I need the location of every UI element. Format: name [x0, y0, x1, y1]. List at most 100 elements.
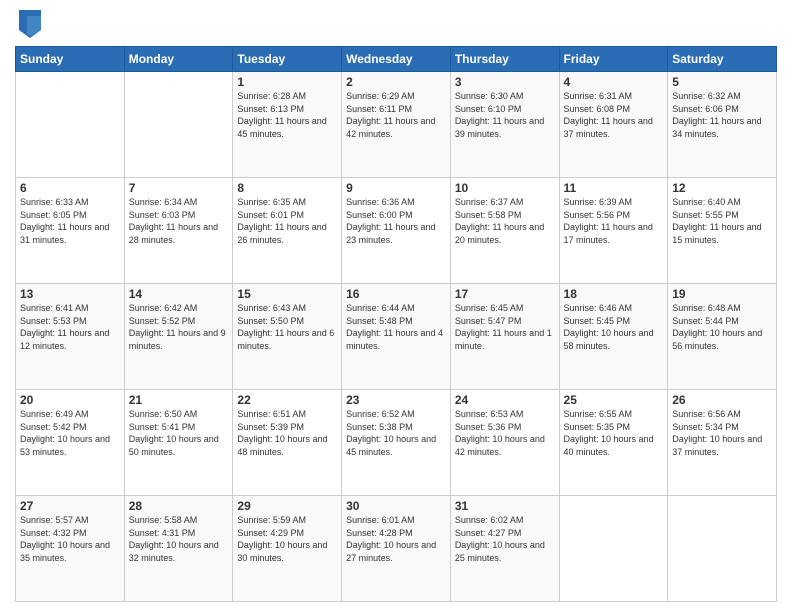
day-cell: 25Sunrise: 6:55 AM Sunset: 5:35 PM Dayli…	[559, 390, 668, 496]
day-info: Sunrise: 6:55 AM Sunset: 5:35 PM Dayligh…	[564, 408, 664, 458]
day-cell	[668, 496, 777, 602]
day-info: Sunrise: 6:42 AM Sunset: 5:52 PM Dayligh…	[129, 302, 229, 352]
logo-text	[15, 10, 41, 38]
week-row-0: 1Sunrise: 6:28 AM Sunset: 6:13 PM Daylig…	[16, 72, 777, 178]
day-info: Sunrise: 5:57 AM Sunset: 4:32 PM Dayligh…	[20, 514, 120, 564]
day-cell: 13Sunrise: 6:41 AM Sunset: 5:53 PM Dayli…	[16, 284, 125, 390]
day-number: 3	[455, 75, 555, 89]
day-info: Sunrise: 6:41 AM Sunset: 5:53 PM Dayligh…	[20, 302, 120, 352]
day-number: 26	[672, 393, 772, 407]
day-cell: 22Sunrise: 6:51 AM Sunset: 5:39 PM Dayli…	[233, 390, 342, 496]
day-number: 17	[455, 287, 555, 301]
day-cell: 4Sunrise: 6:31 AM Sunset: 6:08 PM Daylig…	[559, 72, 668, 178]
day-number: 31	[455, 499, 555, 513]
day-cell: 26Sunrise: 6:56 AM Sunset: 5:34 PM Dayli…	[668, 390, 777, 496]
day-cell: 17Sunrise: 6:45 AM Sunset: 5:47 PM Dayli…	[450, 284, 559, 390]
day-cell: 20Sunrise: 6:49 AM Sunset: 5:42 PM Dayli…	[16, 390, 125, 496]
day-cell: 1Sunrise: 6:28 AM Sunset: 6:13 PM Daylig…	[233, 72, 342, 178]
day-info: Sunrise: 6:50 AM Sunset: 5:41 PM Dayligh…	[129, 408, 229, 458]
day-number: 8	[237, 181, 337, 195]
day-info: Sunrise: 6:35 AM Sunset: 6:01 PM Dayligh…	[237, 196, 337, 246]
day-info: Sunrise: 6:46 AM Sunset: 5:45 PM Dayligh…	[564, 302, 664, 352]
day-number: 1	[237, 75, 337, 89]
column-header-wednesday: Wednesday	[342, 47, 451, 72]
day-cell: 9Sunrise: 6:36 AM Sunset: 6:00 PM Daylig…	[342, 178, 451, 284]
day-info: Sunrise: 6:30 AM Sunset: 6:10 PM Dayligh…	[455, 90, 555, 140]
day-number: 23	[346, 393, 446, 407]
day-info: Sunrise: 6:39 AM Sunset: 5:56 PM Dayligh…	[564, 196, 664, 246]
day-number: 12	[672, 181, 772, 195]
column-header-tuesday: Tuesday	[233, 47, 342, 72]
day-info: Sunrise: 5:59 AM Sunset: 4:29 PM Dayligh…	[237, 514, 337, 564]
day-cell: 16Sunrise: 6:44 AM Sunset: 5:48 PM Dayli…	[342, 284, 451, 390]
day-info: Sunrise: 6:49 AM Sunset: 5:42 PM Dayligh…	[20, 408, 120, 458]
day-cell	[559, 496, 668, 602]
day-cell: 11Sunrise: 6:39 AM Sunset: 5:56 PM Dayli…	[559, 178, 668, 284]
day-info: Sunrise: 6:48 AM Sunset: 5:44 PM Dayligh…	[672, 302, 772, 352]
day-number: 29	[237, 499, 337, 513]
day-number: 24	[455, 393, 555, 407]
day-info: Sunrise: 6:52 AM Sunset: 5:38 PM Dayligh…	[346, 408, 446, 458]
day-number: 11	[564, 181, 664, 195]
day-info: Sunrise: 6:34 AM Sunset: 6:03 PM Dayligh…	[129, 196, 229, 246]
column-header-saturday: Saturday	[668, 47, 777, 72]
day-info: Sunrise: 5:58 AM Sunset: 4:31 PM Dayligh…	[129, 514, 229, 564]
day-cell: 23Sunrise: 6:52 AM Sunset: 5:38 PM Dayli…	[342, 390, 451, 496]
day-cell: 18Sunrise: 6:46 AM Sunset: 5:45 PM Dayli…	[559, 284, 668, 390]
logo-icon	[19, 10, 41, 38]
day-number: 18	[564, 287, 664, 301]
day-number: 10	[455, 181, 555, 195]
day-info: Sunrise: 6:01 AM Sunset: 4:28 PM Dayligh…	[346, 514, 446, 564]
day-number: 14	[129, 287, 229, 301]
day-cell: 12Sunrise: 6:40 AM Sunset: 5:55 PM Dayli…	[668, 178, 777, 284]
day-info: Sunrise: 6:45 AM Sunset: 5:47 PM Dayligh…	[455, 302, 555, 352]
day-cell: 14Sunrise: 6:42 AM Sunset: 5:52 PM Dayli…	[124, 284, 233, 390]
week-row-1: 6Sunrise: 6:33 AM Sunset: 6:05 PM Daylig…	[16, 178, 777, 284]
day-info: Sunrise: 6:36 AM Sunset: 6:00 PM Dayligh…	[346, 196, 446, 246]
page: SundayMondayTuesdayWednesdayThursdayFrid…	[0, 0, 792, 612]
day-number: 20	[20, 393, 120, 407]
day-cell: 7Sunrise: 6:34 AM Sunset: 6:03 PM Daylig…	[124, 178, 233, 284]
day-info: Sunrise: 6:02 AM Sunset: 4:27 PM Dayligh…	[455, 514, 555, 564]
day-info: Sunrise: 6:29 AM Sunset: 6:11 PM Dayligh…	[346, 90, 446, 140]
day-info: Sunrise: 6:56 AM Sunset: 5:34 PM Dayligh…	[672, 408, 772, 458]
day-info: Sunrise: 6:40 AM Sunset: 5:55 PM Dayligh…	[672, 196, 772, 246]
day-info: Sunrise: 6:37 AM Sunset: 5:58 PM Dayligh…	[455, 196, 555, 246]
day-info: Sunrise: 6:53 AM Sunset: 5:36 PM Dayligh…	[455, 408, 555, 458]
column-header-sunday: Sunday	[16, 47, 125, 72]
day-number: 21	[129, 393, 229, 407]
day-info: Sunrise: 6:43 AM Sunset: 5:50 PM Dayligh…	[237, 302, 337, 352]
day-cell: 30Sunrise: 6:01 AM Sunset: 4:28 PM Dayli…	[342, 496, 451, 602]
day-cell: 10Sunrise: 6:37 AM Sunset: 5:58 PM Dayli…	[450, 178, 559, 284]
calendar-table: SundayMondayTuesdayWednesdayThursdayFrid…	[15, 46, 777, 602]
day-info: Sunrise: 6:31 AM Sunset: 6:08 PM Dayligh…	[564, 90, 664, 140]
day-number: 25	[564, 393, 664, 407]
day-number: 15	[237, 287, 337, 301]
day-number: 4	[564, 75, 664, 89]
day-number: 2	[346, 75, 446, 89]
day-info: Sunrise: 6:51 AM Sunset: 5:39 PM Dayligh…	[237, 408, 337, 458]
day-number: 6	[20, 181, 120, 195]
day-info: Sunrise: 6:32 AM Sunset: 6:06 PM Dayligh…	[672, 90, 772, 140]
day-cell: 6Sunrise: 6:33 AM Sunset: 6:05 PM Daylig…	[16, 178, 125, 284]
day-cell: 24Sunrise: 6:53 AM Sunset: 5:36 PM Dayli…	[450, 390, 559, 496]
day-cell: 2Sunrise: 6:29 AM Sunset: 6:11 PM Daylig…	[342, 72, 451, 178]
logo	[15, 10, 41, 38]
week-row-2: 13Sunrise: 6:41 AM Sunset: 5:53 PM Dayli…	[16, 284, 777, 390]
day-number: 30	[346, 499, 446, 513]
day-cell: 28Sunrise: 5:58 AM Sunset: 4:31 PM Dayli…	[124, 496, 233, 602]
column-header-friday: Friday	[559, 47, 668, 72]
day-info: Sunrise: 6:28 AM Sunset: 6:13 PM Dayligh…	[237, 90, 337, 140]
header	[15, 10, 777, 38]
day-info: Sunrise: 6:44 AM Sunset: 5:48 PM Dayligh…	[346, 302, 446, 352]
column-header-monday: Monday	[124, 47, 233, 72]
week-row-3: 20Sunrise: 6:49 AM Sunset: 5:42 PM Dayli…	[16, 390, 777, 496]
day-cell: 19Sunrise: 6:48 AM Sunset: 5:44 PM Dayli…	[668, 284, 777, 390]
day-cell: 15Sunrise: 6:43 AM Sunset: 5:50 PM Dayli…	[233, 284, 342, 390]
column-header-thursday: Thursday	[450, 47, 559, 72]
day-number: 16	[346, 287, 446, 301]
day-number: 5	[672, 75, 772, 89]
week-row-4: 27Sunrise: 5:57 AM Sunset: 4:32 PM Dayli…	[16, 496, 777, 602]
day-info: Sunrise: 6:33 AM Sunset: 6:05 PM Dayligh…	[20, 196, 120, 246]
day-cell: 27Sunrise: 5:57 AM Sunset: 4:32 PM Dayli…	[16, 496, 125, 602]
